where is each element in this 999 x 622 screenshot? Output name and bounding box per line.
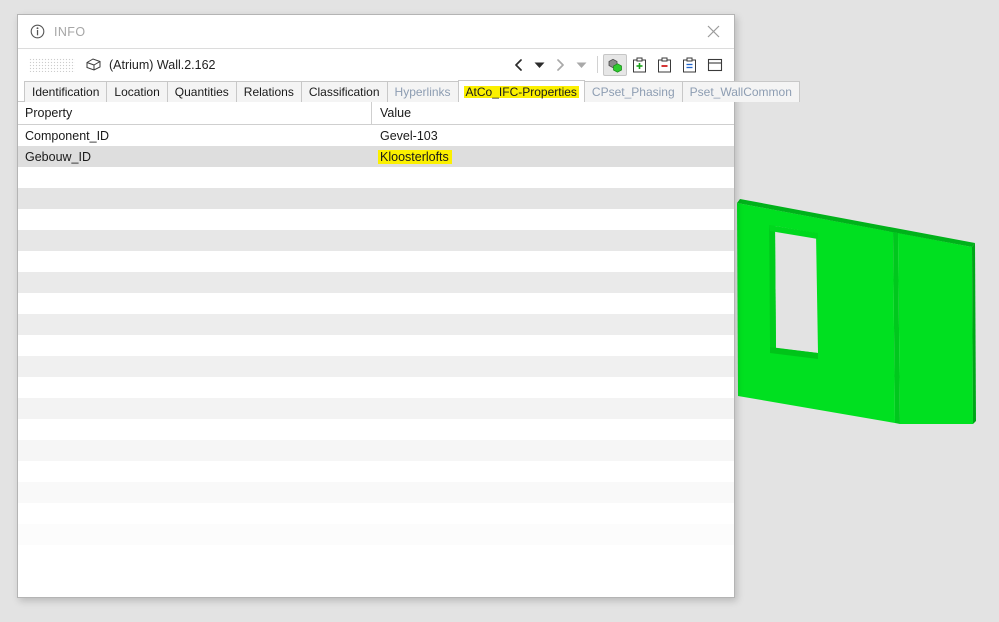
tab-atco-ifc-properties[interactable]: AtCo_IFC-Properties	[457, 80, 585, 102]
info-circle-icon	[30, 24, 45, 39]
tab-cpset-phasing[interactable]: CPset_Phasing	[583, 81, 683, 102]
tab-label: Pset_WallCommon	[689, 85, 792, 99]
tab-label: Location	[114, 85, 160, 99]
table-empty-row	[18, 335, 734, 356]
table-empty-row	[18, 314, 734, 335]
tab-identification[interactable]: Identification	[24, 81, 108, 102]
ifc-wall-box-icon	[85, 57, 102, 72]
cell-value: Kloosterlofts	[371, 146, 734, 168]
tab-location[interactable]: Location	[106, 81, 168, 102]
remove-from-selection-button[interactable]	[652, 54, 677, 76]
table-body: Component_ID Gevel-103 Gebouw_ID Klooste…	[18, 125, 734, 167]
table-empty-row	[18, 545, 734, 566]
tab-label: Hyperlinks	[394, 85, 451, 99]
tab-classification[interactable]: Classification	[300, 81, 388, 102]
cell-value-highlight: Kloosterlofts	[378, 149, 452, 164]
property-tabs: Identification Location Quantities Relat…	[18, 80, 800, 102]
window-opening	[775, 226, 818, 353]
select-related-button[interactable]	[603, 53, 627, 76]
info-window: INFO (Atrium) Wall.2.162 Identification …	[17, 14, 800, 598]
tab-hyperlinks[interactable]: Hyperlinks	[386, 81, 459, 102]
table-empty-row	[18, 398, 734, 419]
column-header-value[interactable]: Value	[371, 102, 734, 124]
cell-property: Component_ID	[25, 128, 110, 143]
table-header-row: Property Value	[18, 102, 734, 125]
table-row[interactable]: Component_ID Gevel-103	[18, 125, 734, 146]
table-empty-row	[18, 461, 734, 482]
cell-property: Gebouw_ID	[25, 149, 92, 164]
table-empty-row	[18, 251, 734, 272]
tab-relations[interactable]: Relations	[235, 81, 302, 102]
table-empty-row	[18, 356, 734, 377]
window-title: INFO	[54, 24, 86, 39]
close-icon[interactable]	[696, 17, 730, 47]
tab-label: CPset_Phasing	[591, 85, 675, 99]
object-toolbar	[508, 53, 727, 76]
nav-forward-dropdown[interactable]	[571, 54, 592, 76]
table-empty-row	[18, 503, 734, 524]
table-empty-row	[18, 230, 734, 251]
column-header-property[interactable]: Property	[18, 102, 371, 124]
tab-pset-wallcommon[interactable]: Pset_WallCommon	[681, 81, 800, 102]
table-empty-row	[18, 272, 734, 293]
table-empty-row	[18, 482, 734, 503]
table-empty-rows	[18, 167, 734, 587]
toolbar-separator	[597, 56, 598, 73]
layout-panel-button[interactable]	[702, 54, 727, 76]
table-empty-row	[18, 209, 734, 230]
wall-panel-right	[898, 233, 973, 424]
table-empty-row	[18, 524, 734, 545]
wall-element	[737, 199, 976, 424]
tab-quantities[interactable]: Quantities	[166, 81, 237, 102]
nav-back-dropdown[interactable]	[529, 54, 550, 76]
object-toolbar-row: (Atrium) Wall.2.162	[18, 49, 734, 80]
properties-table: Property Value Component_ID Gevel-103 Ge…	[18, 102, 734, 597]
object-name: (Atrium) Wall.2.162	[109, 57, 216, 72]
tab-label: AtCo_IFC-Properties	[463, 84, 580, 99]
tab-label: Classification	[308, 85, 380, 99]
table-empty-row	[18, 377, 734, 398]
tab-label: Identification	[32, 85, 100, 99]
table-empty-row	[18, 293, 734, 314]
tab-label: Relations	[243, 85, 294, 99]
table-empty-row	[18, 167, 734, 188]
add-to-selection-button[interactable]	[627, 54, 652, 76]
window-titlebar: INFO	[18, 15, 734, 49]
table-empty-row	[18, 188, 734, 209]
nav-forward-button[interactable]	[550, 54, 571, 76]
window-reveal-left	[769, 225, 776, 348]
nav-back-button[interactable]	[508, 54, 529, 76]
list-selection-button[interactable]	[677, 54, 702, 76]
table-empty-row	[18, 419, 734, 440]
drag-grip-icon[interactable]	[29, 57, 75, 72]
tab-label: Quantities	[174, 85, 229, 99]
table-empty-row	[18, 566, 734, 587]
table-empty-row	[18, 440, 734, 461]
cell-value: Gevel-103	[380, 128, 438, 143]
table-row[interactable]: Gebouw_ID Kloosterlofts	[18, 146, 734, 167]
